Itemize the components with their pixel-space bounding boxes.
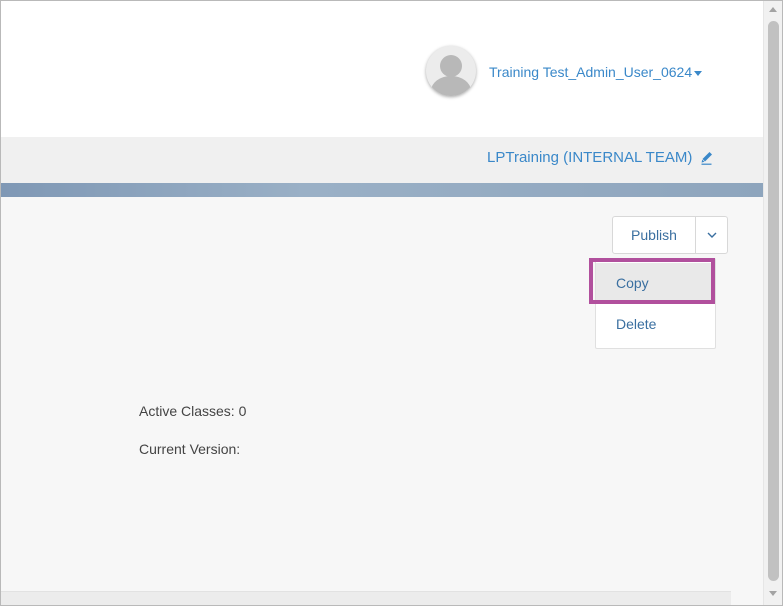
avatar[interactable] bbox=[426, 46, 476, 96]
caret-down-icon bbox=[694, 70, 703, 76]
user-body-icon bbox=[431, 76, 471, 96]
accent-band bbox=[1, 183, 763, 197]
user-head-icon bbox=[440, 55, 462, 77]
app-window: Training Test_Admin_User_0624 LPTraining… bbox=[0, 0, 783, 606]
actions-dropdown-menu: Copy Delete bbox=[595, 258, 716, 349]
organization-link[interactable]: LPTraining (INTERNAL TEAM) bbox=[487, 149, 713, 166]
publish-button[interactable]: Publish bbox=[613, 217, 695, 253]
organization-name: LPTraining (INTERNAL TEAM) bbox=[487, 149, 693, 166]
organization-bar: LPTraining (INTERNAL TEAM) bbox=[1, 137, 763, 183]
publish-dropdown-toggle[interactable] bbox=[695, 217, 727, 253]
horizontal-scroll-track[interactable] bbox=[1, 591, 731, 605]
chevron-down-icon bbox=[707, 232, 716, 238]
main-content: Publish Copy Delete Active Classes: 0 Cu… bbox=[1, 197, 763, 591]
menu-item-delete[interactable]: Delete bbox=[596, 304, 715, 344]
active-classes-text: Active Classes: 0 bbox=[139, 403, 247, 419]
menu-item-copy[interactable]: Copy bbox=[596, 263, 715, 303]
user-name: Training Test_Admin_User_0624 bbox=[489, 64, 693, 80]
scroll-thumb[interactable] bbox=[768, 21, 779, 581]
scroll-up-icon[interactable] bbox=[769, 7, 777, 12]
vertical-scrollbar[interactable] bbox=[763, 1, 782, 605]
pencil-edit-icon[interactable] bbox=[701, 151, 713, 165]
top-header: Training Test_Admin_User_0624 bbox=[1, 1, 763, 137]
current-version-text: Current Version: bbox=[139, 441, 241, 457]
publish-button-group: Publish bbox=[612, 216, 728, 254]
user-menu-toggle[interactable]: Training Test_Admin_User_0624 bbox=[489, 64, 703, 80]
scroll-down-icon[interactable] bbox=[769, 591, 777, 596]
